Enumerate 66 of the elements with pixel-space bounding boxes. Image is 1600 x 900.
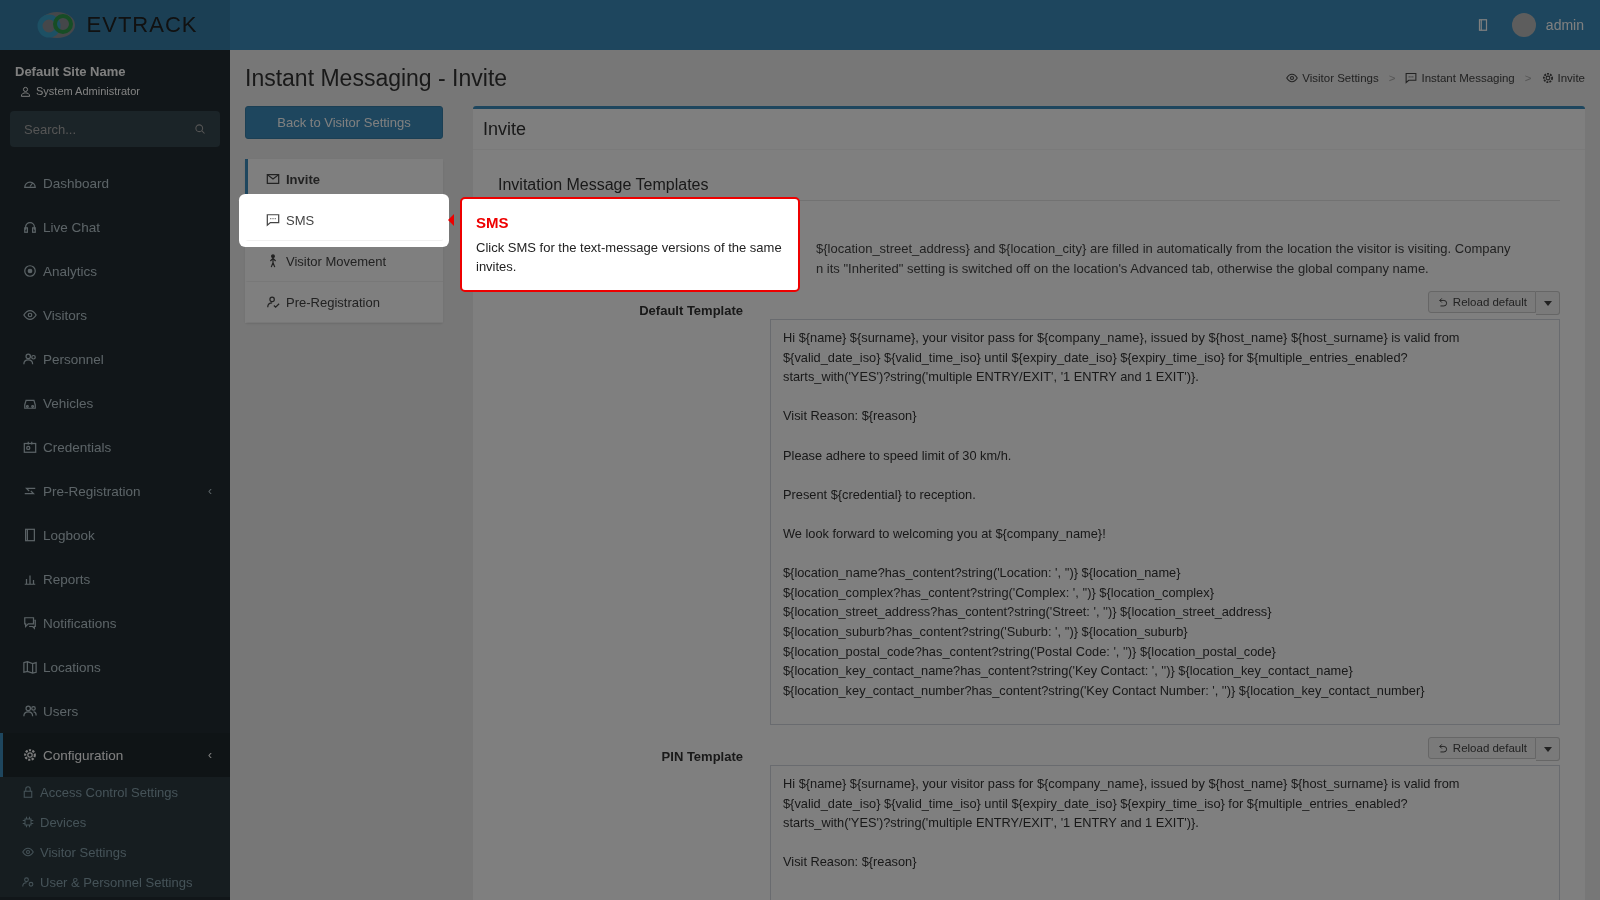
sidebar-item[interactable]: Notifications [0,601,230,645]
chevron-icon: ‹ [208,748,212,762]
user-icon [20,85,31,97]
sidebar-item[interactable]: Users [0,689,230,733]
sidebar-item[interactable]: Pre-Registration ‹ [0,469,230,513]
message-icon [1405,72,1418,84]
sidebar-item[interactable]: Vehicles [0,381,230,425]
site-name: Default Site Name [14,63,127,79]
user-name[interactable]: admin [1545,17,1584,33]
breadcrumb-link[interactable]: Instant Messaging [1405,72,1515,84]
book-icon [23,528,37,542]
reload-default-button[interactable]: Reload default [1427,291,1536,313]
user-gear-icon [22,876,34,888]
page-title: Instant Messaging - Invite [245,64,508,92]
gear-icon [1541,72,1554,84]
message-icon [266,213,280,227]
id-card-icon [23,440,37,454]
envelope-icon [266,172,280,186]
user-check-icon [266,295,280,309]
description-text: ${location_street_address} and ${location_city} are filled in automatically from the location the visitor is visiting. Company [816,240,1512,258]
dropdown-button[interactable] [1536,737,1560,761]
template-field[interactable]: Hi ${name} ${surname}, your visitor pass for ${company_name}, issued by ${host_name} ${host_surname} is valid from ${valid_date_iso} ${valid_time_iso} until ${expiry_date_iso} ${expiry_time_iso} for ${multiple_entries_enabled? starts_with('YES')?string('multiple ENTRY/EXIT', '1 ENTRY and 1 EXIT')}. Visit Reason: ${reason} Please adhere to speed limit of 30 km/h. Present ${credential} to reception. We look forward to welcoming you at ${company_name}! ${location_name?has_content?string('Location: ', '')} ${location_name} ${location_complex?has_content?string('Complex: ', '')} ${location_complex} ${location_street_address?has_content?string('Street: ', '')} ${location_street_address} ${location_suburb?has_content?string('Suburb: ', '')} ${location_suburb} ${location_postal_code?has_content?string('Postal Code: ', '')} ${location_postal_code} ${location_key_contact_name?has_content?string('Key Contact: ', '')} ${location_key_contact_name} ${location_key_contact_number?has_content?string('Key Contact Number: ', '')} ${location_key_contact_number} [770,319,1560,725]
sidebar-item[interactable]: Reports [0,557,230,601]
gear-icon [23,748,37,762]
description-text: n its "Inherited" setting is switched off on the location's Advanced tab, otherwise the global company name. [816,260,1430,278]
search-field[interactable]: Search... [10,111,220,147]
sidebar-item[interactable]: Logbook [0,513,230,557]
sidebar-item[interactable]: Dashboard [0,161,230,205]
caret-icon [1543,746,1552,752]
back-button[interactable]: Back to Visitor Settings [245,106,443,139]
sidebar-item[interactable]: Credentials [0,425,230,469]
headset-icon [23,220,37,234]
tooltip-text: Click SMS for the text-message versions of the same invites. [476,239,783,276]
template-field[interactable]: Hi ${name} ${surname}, your visitor pass for ${company_name}, issued by ${host_name} ${host_surname} is valid from ${valid_date_iso} ${valid_time_iso} until ${expiry_date_iso} ${expiry_time_iso} for ${multiple_entries_enabled? starts_with('YES')?string('multiple ENTRY/EXIT', '1 ENTRY and 1 EXIT')}. Visit Reason: ${reason} [770,765,1560,900]
lock-icon [22,786,34,798]
tooltip-title: SMS [476,213,510,232]
sidebar-item[interactable]: Live Chat [0,205,230,249]
field-label: PIN Template [660,748,743,766]
user-role: System Administrator [36,85,140,97]
field-label: Default Template [638,302,743,320]
reload-default-button[interactable]: Reload default [1427,737,1536,759]
eye-icon [1286,72,1299,84]
search-icon [194,123,206,135]
sidebar-item[interactable]: Locations [0,645,230,689]
breadcrumb-separator: > [1524,72,1532,84]
map-icon [23,660,37,674]
chevron-icon: ‹ [208,484,212,498]
breadcrumb-link[interactable]: Invite [1541,72,1585,84]
chat-icon [23,616,37,630]
pointer-arrow [448,214,454,226]
dropdown-button[interactable] [1536,291,1560,315]
tab[interactable]: Pre-Registration [245,282,443,323]
eye-icon [23,308,37,322]
card-title: Invite [473,109,1585,150]
sidebar-item[interactable]: Personnel [0,337,230,381]
target-icon [23,264,37,278]
chip-icon [22,816,34,828]
users-icon [23,704,37,718]
logo-text: EVTRACK [86,12,198,38]
breadcrumb-separator: > [1388,72,1396,84]
people-icon [23,352,37,366]
eye-icon [22,846,34,858]
caret-icon [1543,300,1552,306]
breadcrumb-link[interactable]: Visitor Settings [1286,72,1379,84]
sidebar-item[interactable]: Visitors [0,293,230,337]
sidebar-item[interactable]: Analytics [0,249,230,293]
